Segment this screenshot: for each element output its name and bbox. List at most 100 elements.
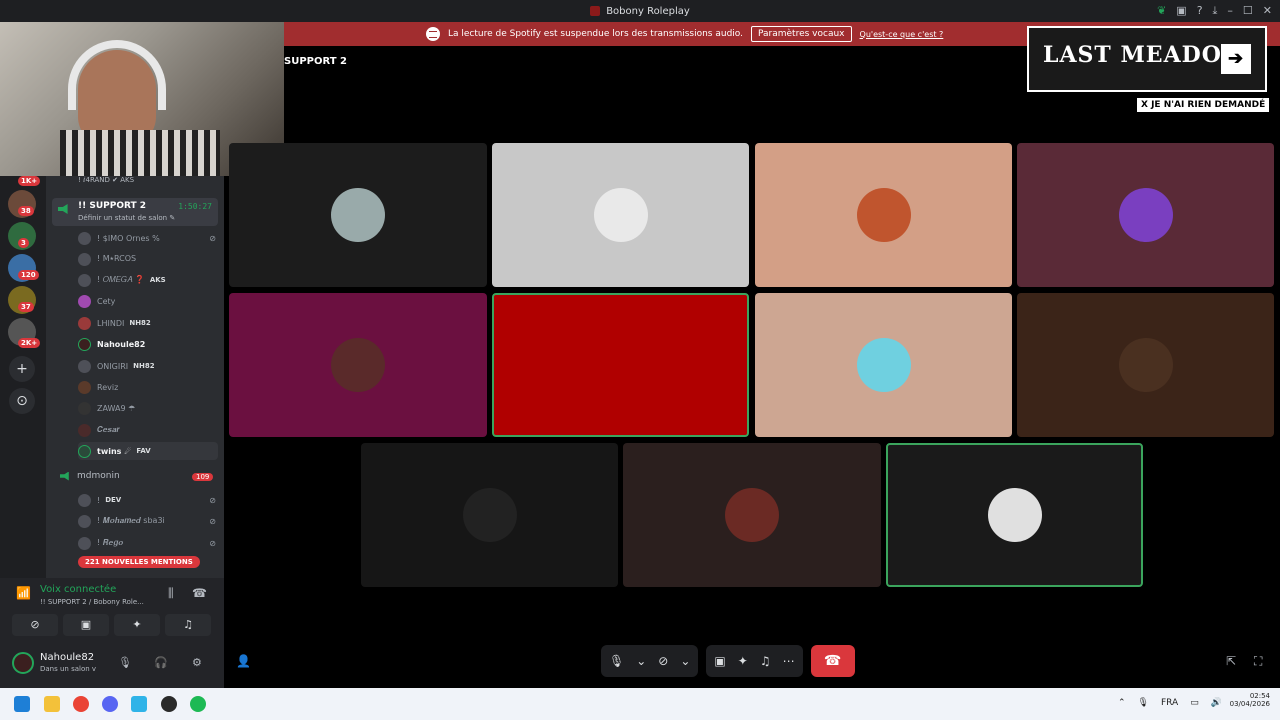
voice-member[interactable]: ! DEV ⊘ xyxy=(78,491,218,509)
server-badge: 38 xyxy=(18,206,34,216)
noise-suppression-icon[interactable]: ⫼ xyxy=(168,586,174,601)
participant-tile[interactable] xyxy=(1017,293,1274,437)
participant-avatar xyxy=(1118,188,1173,242)
server-badge: 1K+ xyxy=(18,176,41,186)
participant-tile[interactable] xyxy=(623,443,881,587)
member-name: Nahoule82 xyxy=(97,339,146,349)
chevron-up-icon[interactable]: ⌃ xyxy=(1118,698,1126,708)
microphone-icon[interactable]: 🎙 xyxy=(118,656,132,669)
avatar[interactable] xyxy=(12,652,34,674)
participant-tile[interactable] xyxy=(361,443,618,587)
avatar xyxy=(78,514,91,528)
app-icon[interactable] xyxy=(131,696,147,712)
chevron-down-icon[interactable]: ⌄ xyxy=(680,654,690,668)
member-tag: DEV xyxy=(105,496,122,504)
download-icon[interactable]: ⤓ xyxy=(1213,4,1218,18)
close-icon[interactable]: ✕ xyxy=(1263,4,1272,18)
voice-member[interactable]: ! 𝑹𝒆𝒈𝒐 ⊘ xyxy=(78,534,218,552)
participant-tile[interactable] xyxy=(755,143,1012,287)
activities-icon[interactable]: ✦ xyxy=(738,654,748,668)
discord-icon[interactable] xyxy=(102,696,118,712)
participant-tile[interactable] xyxy=(492,293,749,437)
invite-icon[interactable]: 👤 xyxy=(236,654,251,668)
brand-title: LAST MEADOW xyxy=(1043,42,1248,68)
whats-this-link[interactable]: Qu'est-ce que c'est ? xyxy=(860,30,944,39)
voice-member[interactable]: Cety xyxy=(78,292,218,310)
voice-member[interactable]: 𝑪𝒆𝒔𝒂𝒓 xyxy=(78,421,218,439)
microphone-icon[interactable]: 🎙 xyxy=(609,654,624,668)
speaker-icon[interactable]: 🔊 xyxy=(1211,698,1222,708)
nitro-icon[interactable]: ❦ xyxy=(1157,4,1166,18)
more-icon[interactable]: ⋯ xyxy=(783,654,795,668)
voice-member[interactable]: ZAWA9 ☂ xyxy=(78,399,218,417)
voice-channel-mdmonin[interactable]: mdmonin xyxy=(60,471,120,481)
disconnect-icon[interactable]: ☎ xyxy=(192,586,207,600)
minimize-icon[interactable]: – xyxy=(1227,4,1233,18)
network-icon[interactable]: ▭ xyxy=(1190,698,1199,708)
chevron-down-icon[interactable]: ⌄ xyxy=(636,654,646,668)
member-name: ! ⅈ4RAND ✔ AKS xyxy=(78,176,135,184)
muted-icon: ⊘ xyxy=(209,538,216,548)
soundboard-icon[interactable]: ♫ xyxy=(760,654,771,668)
participant-tile[interactable] xyxy=(1017,143,1274,287)
avatar xyxy=(78,252,91,266)
popout-icon[interactable]: ⇱ xyxy=(1226,654,1236,668)
voice-member[interactable]: twins ☄ FAV xyxy=(78,442,218,460)
member-tag: FAV xyxy=(136,447,151,455)
voice-member[interactable]: Reviz xyxy=(78,378,218,396)
participant-tile[interactable] xyxy=(886,443,1143,587)
gear-icon[interactable]: ⚙ xyxy=(192,656,202,669)
muted-icon: ⊘ xyxy=(209,495,216,505)
explorer-icon[interactable] xyxy=(44,696,60,712)
clock[interactable]: 02:54 03/04/2026 xyxy=(1230,692,1270,708)
muted-icon: ⊘ xyxy=(209,233,216,243)
channel-badge: 109 xyxy=(192,473,214,481)
signal-icon[interactable]: 📶 xyxy=(16,586,31,600)
camera-off-button[interactable]: ⊘ xyxy=(12,614,58,636)
voice-member[interactable]: ONIGIRI NH82 xyxy=(78,357,218,375)
explore-icon[interactable]: ⊙ xyxy=(9,388,35,414)
fullscreen-icon[interactable]: ⛶ xyxy=(1254,654,1262,669)
camera-off-icon[interactable]: ⊘ xyxy=(658,654,668,668)
add-server-icon[interactable]: + xyxy=(9,356,35,382)
start-icon[interactable] xyxy=(14,696,30,712)
spotify-icon[interactable] xyxy=(190,696,206,712)
new-mentions-pill[interactable]: 221 NOUVELLES MENTIONS xyxy=(78,556,200,568)
chrome-icon[interactable] xyxy=(73,696,89,712)
voice-channel-path[interactable]: !! SUPPORT 2 / Bobony Role... xyxy=(40,598,144,606)
avatar xyxy=(78,401,91,415)
microphone-icon[interactable]: 🎙 xyxy=(1138,698,1149,708)
activities-button[interactable]: ✦ xyxy=(114,614,160,636)
screen-share-icon[interactable]: ▣ xyxy=(714,654,725,668)
participant-tile[interactable] xyxy=(229,143,487,287)
mic-control[interactable]: 🎙 ⌄ ⊘ ⌄ xyxy=(601,645,699,677)
participant-tile[interactable] xyxy=(755,293,1012,437)
voice-settings-button[interactable]: Paramètres vocaux xyxy=(751,26,852,42)
screen: { "window": {"title": "Bobony Roleplay"}… xyxy=(0,0,1280,720)
voice-member[interactable]: ! 𝑴𝒐𝒉𝒂𝒎𝒆𝒅 sba3i ⊘ xyxy=(78,512,218,530)
soundboard-button[interactable]: ♫ xyxy=(165,614,211,636)
inbox-icon[interactable]: ▣ xyxy=(1176,4,1186,18)
channel-status[interactable]: Définir un statut de salon ✎ xyxy=(78,214,175,222)
hang-up-button[interactable]: ☎ xyxy=(810,645,855,677)
member-name: ! $IMO Ornes % xyxy=(97,233,160,243)
server-badge: 2K+ xyxy=(18,338,41,348)
screen-share-button[interactable]: ▣ xyxy=(63,614,109,636)
participant-tile[interactable] xyxy=(229,293,487,437)
help-icon[interactable]: ? xyxy=(1197,4,1203,18)
server-badge: 37 xyxy=(18,302,34,312)
voice-member[interactable]: Nahoule82 xyxy=(78,335,218,353)
voice-channel-support2[interactable]: !! SUPPORT 2 1:50:27 Définir un statut d… xyxy=(52,198,218,226)
voice-member[interactable]: ! M⭑RCOS xyxy=(78,250,218,268)
language-indicator[interactable]: FRA xyxy=(1161,698,1178,708)
headset-icon[interactable]: 🎧 xyxy=(154,656,168,669)
share-controls[interactable]: ▣ ✦ ♫ ⋯ xyxy=(706,645,803,677)
maximize-icon[interactable]: ☐ xyxy=(1243,4,1253,18)
app-icon[interactable] xyxy=(161,696,177,712)
spotify-icon xyxy=(426,27,440,41)
participant-tile[interactable] xyxy=(492,143,749,287)
avatar xyxy=(78,536,91,550)
voice-member[interactable]: LHINDI NH82 xyxy=(78,314,218,332)
voice-member[interactable]: ! 𝑂𝑀𝐸𝐺𝐴 ❓ AKS xyxy=(78,271,218,289)
voice-member[interactable]: ! $IMO Ornes % ⊘ xyxy=(78,229,218,247)
